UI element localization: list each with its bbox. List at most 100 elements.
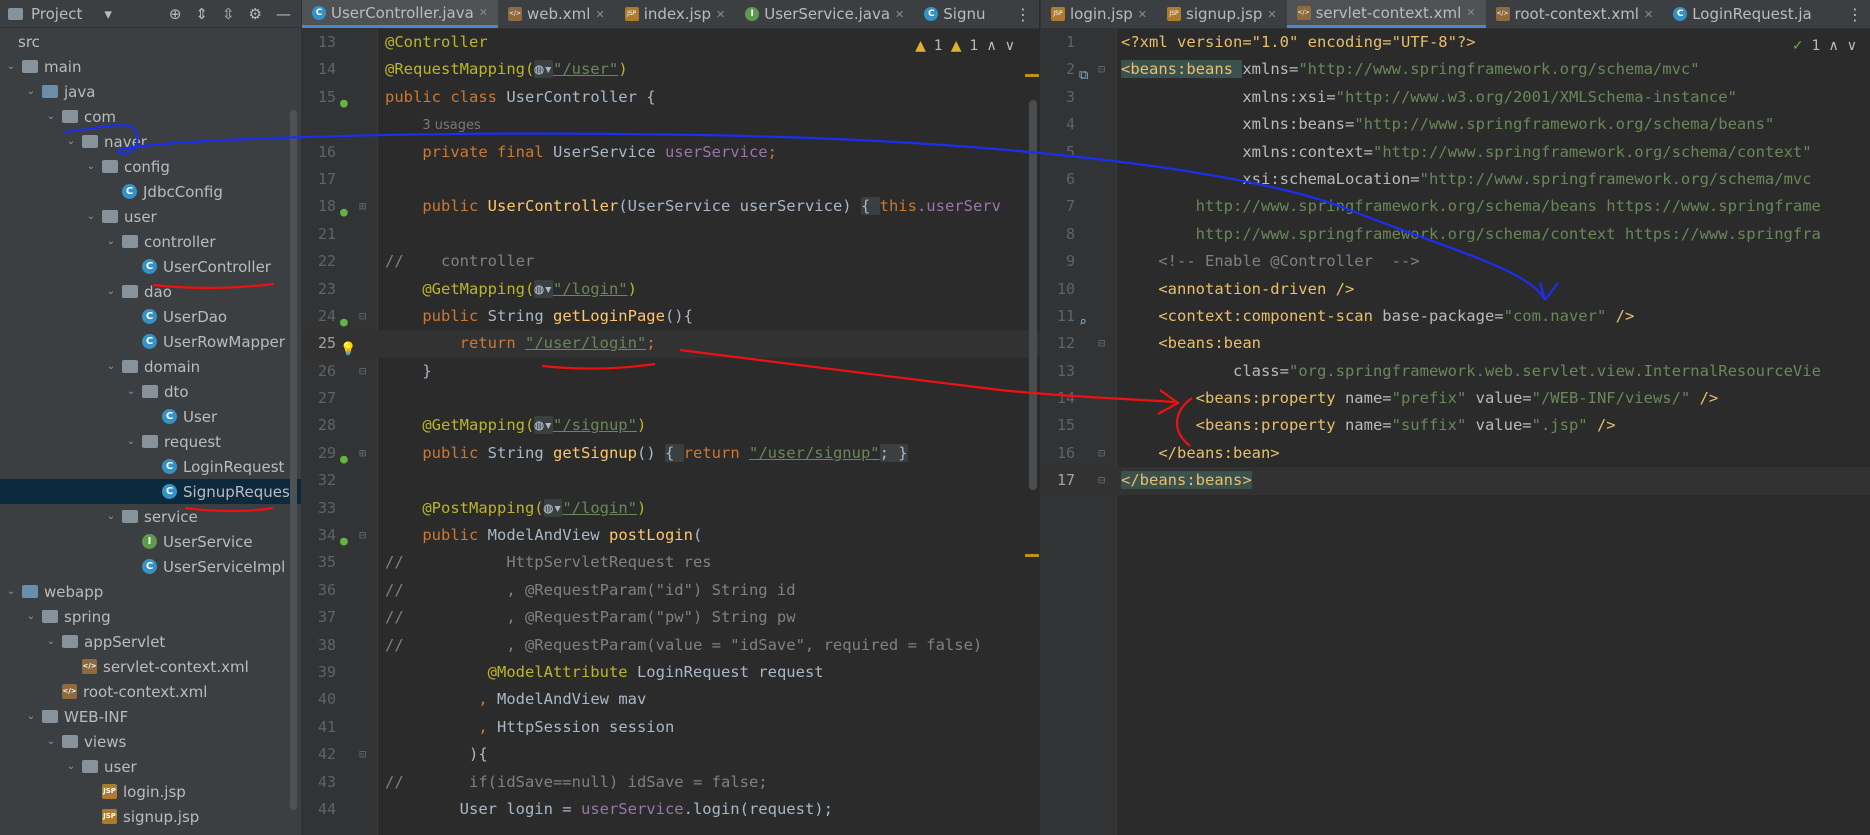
code-line[interactable]: 32 bbox=[302, 467, 1039, 494]
code-line[interactable]: 28 @GetMapping(◍▾"/signup") bbox=[302, 412, 1039, 439]
code-line[interactable]: 16 ⊟ </beans:bean> bbox=[1041, 440, 1870, 467]
code-line[interactable]: 40 , ModelAndView mav bbox=[302, 686, 1039, 713]
tree-item[interactable]: JSP login.jsp bbox=[0, 779, 301, 804]
code-line[interactable]: 29 ● ⊞ public String getSignup() { return … bbox=[302, 440, 1039, 467]
editor-tab[interactable]: C UserController.java ✕ bbox=[302, 0, 499, 28]
code-line[interactable]: 12 ⊟ <beans:bean bbox=[1041, 330, 1870, 357]
code-line[interactable]: 44 User login = userService.login(reques… bbox=[302, 796, 1039, 823]
editor-tab[interactable]: I UserService.java ✕ bbox=[735, 0, 914, 28]
warning-stripe[interactable] bbox=[1025, 74, 1039, 77]
code-line[interactable]: 27 bbox=[302, 385, 1039, 412]
code-line[interactable]: 7 http://www.springframework.org/schema/… bbox=[1041, 193, 1870, 220]
code-line[interactable]: 33 @PostMapping(◍▾"/login") bbox=[302, 495, 1039, 522]
tree-item[interactable]: C LoginRequest bbox=[0, 454, 301, 479]
chevron-down-icon[interactable]: ⌄ bbox=[4, 61, 18, 72]
tree-item[interactable]: ⌄ views bbox=[0, 729, 301, 754]
editor-tab[interactable]: </> root-context.xml ✕ bbox=[1486, 0, 1664, 28]
tree-item[interactable]: ⌄ service bbox=[0, 504, 301, 529]
chevron-down-icon[interactable]: ⌄ bbox=[44, 736, 58, 747]
close-icon[interactable]: ✕ bbox=[479, 6, 488, 19]
tree-item[interactable]: ⌄ java bbox=[0, 79, 301, 104]
chevron-down-icon[interactable]: ⌄ bbox=[124, 386, 138, 397]
code-line[interactable]: 23 @GetMapping(◍▾"/login") bbox=[302, 276, 1039, 303]
chevron-down-icon[interactable]: ⌄ bbox=[24, 711, 38, 722]
tree-item[interactable]: ⌄ request bbox=[0, 429, 301, 454]
code-line[interactable]: 16 private final UserService userService… bbox=[302, 139, 1039, 166]
code-line[interactable]: 14 <beans:property name="prefix" value="… bbox=[1041, 385, 1870, 412]
close-icon[interactable]: ✕ bbox=[716, 8, 725, 21]
code-line[interactable]: 41 , HttpSession session bbox=[302, 714, 1039, 741]
tree-item[interactable]: </> servlet-context.xml bbox=[0, 654, 301, 679]
chevron-down-icon[interactable]: ⌄ bbox=[124, 436, 138, 447]
tree-item[interactable]: </> root-context.xml bbox=[0, 679, 301, 704]
code-line[interactable]: 22// controller bbox=[302, 248, 1039, 275]
editor-tab[interactable]: JSP login.jsp ✕ bbox=[1041, 0, 1157, 28]
expand-all-icon[interactable]: ⇕ bbox=[195, 5, 208, 23]
tree-item[interactable]: C UserController bbox=[0, 254, 301, 279]
code-line-current[interactable]: 25 💡 return "/user/login"; bbox=[302, 330, 1039, 358]
editor-scrollbar-left[interactable] bbox=[1029, 100, 1037, 490]
project-panel-title[interactable]: Project bbox=[31, 5, 82, 23]
close-icon[interactable]: ✕ bbox=[595, 8, 604, 21]
code-line[interactable]: 8 http://www.springframework.org/schema/… bbox=[1041, 221, 1870, 248]
chevron-down-icon[interactable]: ⌄ bbox=[64, 761, 78, 772]
close-icon[interactable]: ✕ bbox=[1644, 8, 1653, 21]
tree-item[interactable]: ⌄ domain bbox=[0, 354, 301, 379]
code-line[interactable]: 17 bbox=[302, 166, 1039, 193]
code-line[interactable]: 11 ⌕ <context:component-scan base-package… bbox=[1041, 303, 1870, 330]
project-scrollbar[interactable] bbox=[290, 110, 297, 810]
chevron-down-icon[interactable]: ⌄ bbox=[44, 636, 58, 647]
tree-item[interactable]: C User bbox=[0, 404, 301, 429]
tree-item[interactable]: ⌄ spring bbox=[0, 604, 301, 629]
code-line[interactable]: 38// , @RequestParam(value = "idSave", r… bbox=[302, 632, 1039, 659]
tree-item[interactable]: C UserDao bbox=[0, 304, 301, 329]
usages-hint[interactable]: 3 usages bbox=[422, 118, 480, 133]
tree-item[interactable]: ⌄ config bbox=[0, 154, 301, 179]
editor-tab[interactable]: </> servlet-context.xml ✕ bbox=[1286, 0, 1486, 28]
code-line[interactable]: 43// if(idSave==null) idSave = false; bbox=[302, 769, 1039, 796]
code-line[interactable]: 34 ● ⊟ public ModelAndView postLogin( bbox=[302, 522, 1039, 549]
code-line[interactable]: 24 ● ⊟ public String getLoginPage(){ bbox=[302, 303, 1039, 330]
tree-item[interactable]: ⌄ com bbox=[0, 104, 301, 129]
code-line[interactable]: 9 <!-- Enable @Controller --> bbox=[1041, 248, 1870, 275]
close-icon[interactable]: ✕ bbox=[1466, 6, 1475, 19]
code-line[interactable]: 13 class="org.springframework.web.servle… bbox=[1041, 358, 1870, 385]
code-line[interactable]: 6 xsi:schemaLocation="http://www.springf… bbox=[1041, 166, 1870, 193]
tree-item[interactable]: ⌄ user bbox=[0, 204, 301, 229]
tree-item[interactable]: ⌄ dto bbox=[0, 379, 301, 404]
editor-tab[interactable]: C Signu bbox=[914, 0, 995, 28]
chevron-down-icon[interactable]: ⌄ bbox=[24, 86, 38, 97]
chevron-down-icon[interactable]: ⌄ bbox=[104, 286, 118, 297]
code-line-current[interactable]: 17 ⊟ </beans:beans> bbox=[1041, 467, 1870, 495]
code-line[interactable]: 42 ⊟ ){ bbox=[302, 741, 1039, 768]
tree-item[interactable]: C SignupRequest bbox=[0, 479, 301, 504]
code-line[interactable]: 4 xmlns:beans="http://www.springframewor… bbox=[1041, 111, 1870, 138]
hide-icon[interactable]: — bbox=[276, 5, 291, 23]
tree-item[interactable]: ⌄ appServlet bbox=[0, 629, 301, 654]
code-line[interactable]: 13 @Controller bbox=[302, 29, 1039, 56]
close-icon[interactable]: ✕ bbox=[1138, 8, 1147, 21]
code-line[interactable]: 37// , @RequestParam("pw") String pw bbox=[302, 604, 1039, 631]
tree-item[interactable]: ⌄ controller bbox=[0, 229, 301, 254]
chevron-down-icon[interactable]: ⌄ bbox=[104, 511, 118, 522]
chevron-down-icon[interactable]: ⌄ bbox=[24, 611, 38, 622]
close-icon[interactable]: ✕ bbox=[895, 8, 904, 21]
tree-item[interactable]: C UserRowMapper bbox=[0, 329, 301, 354]
code-line[interactable]: 14 @RequestMapping(◍▾"/user") bbox=[302, 56, 1039, 83]
editor-tab[interactable]: JSP signup.jsp ✕ bbox=[1157, 0, 1287, 28]
project-tree[interactable]: src ⌄ main ⌄ java ⌄ com ⌄ naver ⌄ config C JdbcConfi… bbox=[0, 29, 301, 829]
code-line[interactable]: 36// , @RequestParam("id") String id bbox=[302, 577, 1039, 604]
tree-item[interactable]: I UserService bbox=[0, 529, 301, 554]
tree-item[interactable]: ⌄ user bbox=[0, 754, 301, 779]
code-line[interactable]: 21 bbox=[302, 221, 1039, 248]
code-line[interactable]: 18 ● ⊞ public UserController(UserService u… bbox=[302, 193, 1039, 220]
close-icon[interactable]: ✕ bbox=[1267, 8, 1276, 21]
tree-item[interactable]: ⌄ webapp bbox=[0, 579, 301, 604]
editor-tab[interactable]: JSP index.jsp ✕ bbox=[615, 0, 736, 28]
chevron-down-icon[interactable]: ⌄ bbox=[4, 586, 18, 597]
editor-tab[interactable]: C LoginRequest.ja bbox=[1663, 0, 1822, 28]
tree-item[interactable]: ⌄ naver bbox=[0, 129, 301, 154]
code-line[interactable]: 35// HttpServletRequest res bbox=[302, 549, 1039, 576]
code-line[interactable]: 1 <?xml version="1.0" encoding="UTF-8"?> bbox=[1041, 29, 1870, 56]
chevron-down-icon[interactable]: ⌄ bbox=[64, 136, 78, 147]
